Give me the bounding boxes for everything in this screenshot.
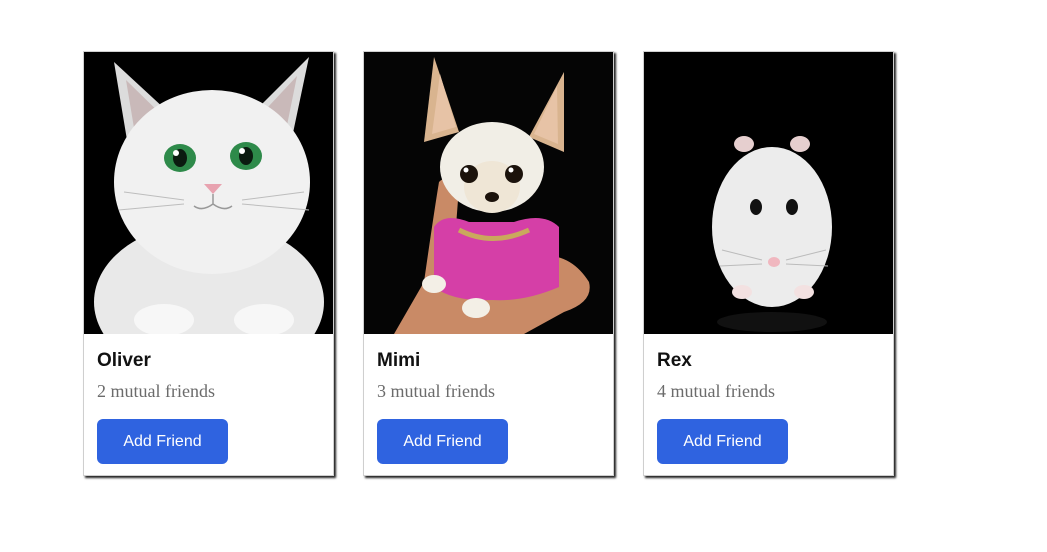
friend-name: Oliver bbox=[97, 350, 151, 371]
mutual-friends-count: 3 mutual friends bbox=[377, 381, 495, 401]
chihuahua-illustration bbox=[364, 52, 613, 334]
hamster-illustration bbox=[644, 52, 893, 334]
friend-name: Rex bbox=[657, 350, 692, 371]
friend-card-mimi: Mimi 3 mutual friends Add Friend bbox=[363, 51, 614, 476]
friend-name: Mimi bbox=[377, 350, 421, 371]
friend-card-oliver: Oliver 2 mutual friends Add Friend bbox=[83, 51, 334, 476]
cat-photo bbox=[84, 52, 333, 334]
add-friend-button[interactable]: Add Friend bbox=[377, 419, 508, 464]
add-friend-button[interactable]: Add Friend bbox=[657, 419, 788, 464]
hamster-photo bbox=[644, 52, 893, 334]
cat-illustration bbox=[84, 52, 333, 334]
mutual-friends-count: 2 mutual friends bbox=[97, 381, 215, 401]
add-friend-button[interactable]: Add Friend bbox=[97, 419, 228, 464]
friend-card-rex: Rex 4 mutual friends Add Friend bbox=[643, 51, 894, 476]
friend-suggestions: Oliver 2 mutual friends Add Friend Mimi … bbox=[0, 0, 1047, 552]
dog-photo bbox=[364, 52, 613, 334]
mutual-friends-count: 4 mutual friends bbox=[657, 381, 775, 401]
